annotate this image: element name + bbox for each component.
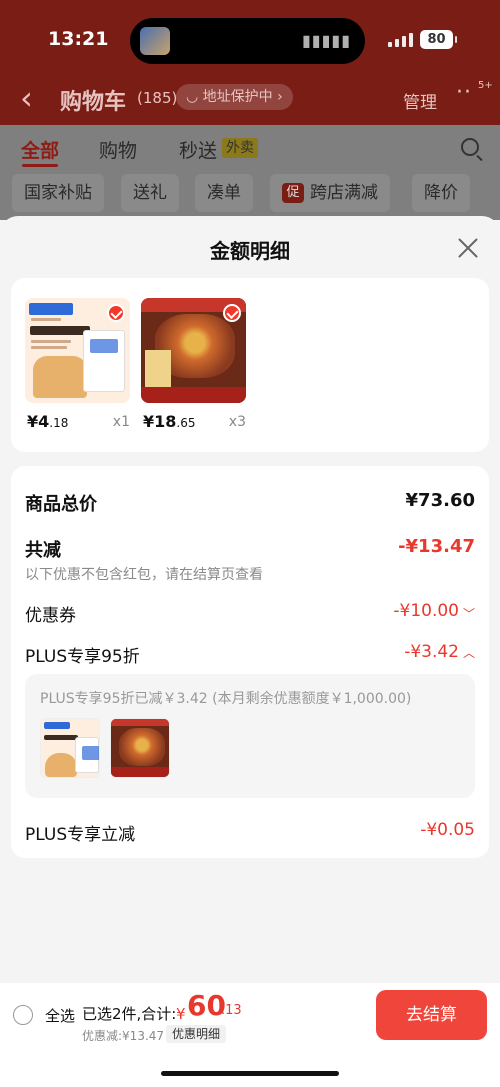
plus95-value: -¥3.42 [404, 642, 459, 662]
promo-tag: 促 [282, 183, 304, 203]
sheet-title: 金额明细 [210, 239, 290, 263]
product-image-zongzi [141, 298, 246, 403]
price-breakdown-card: 商品总价 ¥73.60 共减 -¥13.47 以下优惠不包含红包，请在结算页查看… [11, 466, 489, 858]
coupon-value: -¥10.00 [393, 601, 459, 621]
product-quantity: x3 [228, 414, 246, 430]
message-badge: 5+ [478, 80, 493, 91]
now-playing-thumbnail [140, 27, 170, 55]
chip-national-subsidy[interactable]: 国家补贴 [12, 174, 104, 212]
search-icon[interactable] [461, 138, 479, 156]
chip-price-drop[interactable]: 降价 [412, 174, 470, 212]
currency-symbol: ¥ [176, 1005, 186, 1023]
discount-hint: 以下优惠不包含红包，请在结算页查看 [25, 567, 263, 583]
cart-count: (185) [137, 89, 178, 107]
plus-instant-off-label: PLUS专享立减 [25, 825, 136, 845]
cellular-signal-icon [388, 33, 416, 47]
takeout-tag: 外卖 [222, 138, 258, 158]
checkout-bar: 全选 已选2件,合计: ¥ 60 .13 优惠减:¥13.47 优惠明细 去结算 [0, 983, 500, 1087]
discount-detail-button[interactable]: 优惠明细 [166, 1025, 227, 1043]
discount-label: 共减 [25, 540, 61, 561]
total-value: ¥73.60 [405, 490, 475, 511]
chevron-right-icon: › [272, 89, 283, 105]
address-protect-label: 地址保护中 [202, 89, 273, 105]
plus95-detail-box: PLUS专享95折已减￥3.42 (本月剩余优惠额度￥1,000.00) [25, 674, 475, 798]
address-protect-pill[interactable]: ◡ 地址保护中 › [176, 84, 293, 110]
plus95-detail-text: PLUS专享95折已减￥3.42 (本月剩余优惠额度￥1,000.00) [40, 691, 412, 707]
product-price: ¥4.18 [27, 412, 69, 431]
chevron-up-icon: ︿ [462, 646, 475, 660]
select-all-label[interactable]: 全选 [45, 1005, 75, 1026]
plus-instant-off-value: -¥0.05 [420, 820, 475, 840]
active-tab-indicator [22, 164, 58, 167]
chip-label: 跨店满减 [310, 183, 378, 203]
grand-total-decimal: .13 [221, 1003, 242, 1018]
more-icon[interactable]: ·· [456, 80, 472, 105]
mini-product-image-bread [40, 718, 100, 778]
mini-product-image-zongzi [110, 718, 170, 778]
home-indicator [161, 1071, 339, 1076]
status-time: 13:21 [48, 28, 109, 50]
total-label: 商品总价 [25, 494, 97, 515]
product-quantity: x1 [112, 414, 130, 430]
product-list-card: ¥4.18 x1 ¥18.65 x3 [11, 278, 489, 452]
product-image-bread [25, 298, 130, 403]
cart-navbar: ‹ 购物车 (185) ◡ 地址保护中 › 管理 ·· 5+ [0, 78, 500, 120]
select-all-checkbox[interactable] [13, 1005, 33, 1025]
chip-bundle[interactable]: 凑单 [195, 174, 253, 212]
audio-wave-icon: ▮▮▮▮▮ [301, 31, 351, 50]
page-title: 购物车 [60, 90, 127, 115]
amount-detail-sheet: 金额明细 ¥4.18 x1 ¥18.65 x3 商品总价 ¥73.60 共减 -… [0, 216, 500, 1087]
saved-amount: 优惠减:¥13.47 [82, 1029, 165, 1043]
plus95-label: PLUS专享95折 [25, 647, 140, 667]
close-icon[interactable] [457, 237, 479, 259]
selected-check-icon [107, 304, 125, 322]
tab-shopping[interactable]: 购物 [99, 136, 137, 163]
tab-all[interactable]: 全部 [21, 136, 59, 163]
checkout-button[interactable]: 去结算 [376, 990, 487, 1040]
chevron-down-icon: ﹀ [462, 607, 475, 621]
chevron-left-icon[interactable]: ‹ [20, 78, 33, 118]
battery-icon: 80 [420, 30, 457, 49]
selected-check-icon [223, 304, 241, 322]
selected-summary: 已选2件,合计: [82, 1005, 177, 1023]
chip-gift[interactable]: 送礼 [121, 174, 179, 212]
tab-instant-delivery[interactable]: 秒送 [179, 136, 217, 163]
dynamic-island: ▮▮▮▮▮ [130, 18, 365, 64]
product-price: ¥18.65 [143, 412, 196, 431]
status-bar: 13:21 ▮▮▮▮▮ 80 [0, 16, 500, 66]
chip-cross-store-discount[interactable]: 促跨店满减 [270, 174, 390, 212]
shield-icon: ◡ [186, 89, 203, 105]
discount-value: -¥13.47 [398, 536, 475, 557]
coupon-label: 优惠券 [25, 606, 76, 626]
manage-button[interactable]: 管理 [403, 88, 437, 113]
